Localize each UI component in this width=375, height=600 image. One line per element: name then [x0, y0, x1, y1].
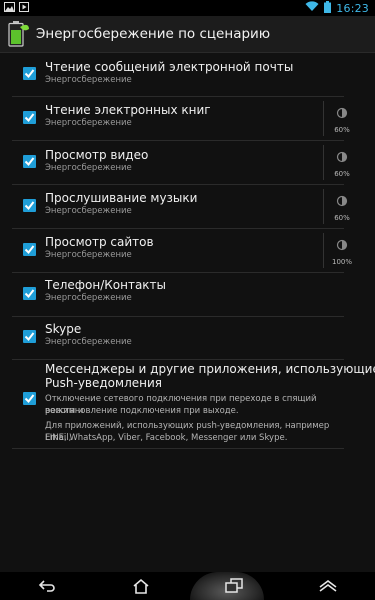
list-item-title: Телефон/Контакты [45, 278, 167, 292]
battery-leaf-icon[interactable] [8, 21, 30, 47]
home-button[interactable] [111, 572, 171, 600]
divider [323, 189, 324, 224]
list-item-title: Просмотр видео [45, 148, 149, 162]
list-item[interactable]: Прослушивание музыки Энергосбережение 60… [12, 185, 350, 229]
brightness-value: 100% [331, 258, 352, 266]
checkbox[interactable] [23, 287, 36, 300]
brightness-button[interactable]: 60% [329, 104, 355, 134]
brightness-value: 60% [334, 126, 350, 134]
description-line: восстановление подключения при выходе. [45, 406, 239, 416]
checkbox[interactable] [23, 330, 36, 343]
recent-apps-icon [225, 578, 244, 593]
list-item-subtitle: Энергосбережение [45, 250, 132, 260]
checkbox[interactable] [23, 392, 36, 405]
back-icon [38, 580, 55, 592]
note-line: LINE, WhatsApp, Viber, Facebook, Messeng… [45, 433, 288, 443]
list-item-title: Прослушивание музыки [45, 191, 198, 205]
brightness-value: 60% [334, 214, 350, 222]
list-item-subtitle: Энергосбережение [45, 293, 132, 303]
list-item-subtitle: Энергосбережение [45, 206, 132, 216]
page-title: Энергосбережение по сценарию [36, 26, 271, 42]
scenario-list: Чтение сообщений электронной почты Энерг… [0, 53, 375, 572]
list-item-messengers[interactable]: Мессенджеры и другие приложения, использ… [12, 360, 375, 449]
clock: 16:23 [336, 1, 369, 15]
divider [323, 101, 324, 136]
image-icon [4, 1, 15, 15]
recent-apps-button[interactable] [204, 572, 264, 600]
checkbox[interactable] [23, 199, 36, 212]
back-button[interactable] [17, 572, 77, 600]
brightness-icon [336, 195, 348, 207]
action-bar: Энергосбережение по сценарию [0, 16, 375, 54]
brightness-icon [336, 107, 348, 119]
list-item-title: Просмотр сайтов [45, 235, 154, 249]
list-item[interactable]: Чтение электронных книг Энергосбережение… [12, 97, 350, 141]
brightness-value: 60% [334, 170, 350, 178]
list-item-subtitle: Энергосбережение [45, 337, 132, 347]
brightness-button[interactable]: 100% [329, 236, 355, 266]
checkbox[interactable] [23, 243, 36, 256]
wifi-icon [305, 1, 319, 15]
checkbox[interactable] [23, 67, 36, 80]
list-item[interactable]: Просмотр видео Энергосбережение 60% [12, 141, 350, 185]
home-icon [133, 578, 149, 594]
status-bar: 16:23 [0, 0, 375, 16]
menu-up-icon [319, 580, 337, 592]
menu-up-button[interactable] [298, 572, 358, 600]
list-item-title: Чтение электронных книг [45, 103, 211, 117]
battery-icon [324, 0, 332, 16]
list-item-subtitle: Энергосбережение [45, 75, 132, 85]
list-item-title: Мессенджеры и другие приложения, использ… [45, 362, 375, 376]
list-item-title: Push-уведомления [45, 376, 162, 390]
list-item[interactable]: Телефон/Контакты Энергосбережение [12, 273, 344, 317]
list-item-subtitle: Энергосбережение [45, 118, 132, 128]
brightness-icon [336, 151, 348, 163]
list-item-title: Чтение сообщений электронной почты [45, 60, 294, 74]
play-icon [19, 1, 29, 15]
checkbox[interactable] [23, 111, 36, 124]
divider [323, 145, 324, 180]
divider [323, 233, 324, 268]
list-item[interactable]: Просмотр сайтов Энергосбережение 100% [12, 229, 352, 273]
list-item-subtitle: Энергосбережение [45, 163, 132, 173]
brightness-icon [336, 239, 348, 251]
checkbox[interactable] [23, 155, 36, 168]
list-item-title: Skype [45, 322, 82, 336]
brightness-button[interactable]: 60% [329, 192, 355, 222]
list-item[interactable]: Чтение сообщений электронной почты Энерг… [12, 53, 344, 97]
navigation-bar [0, 572, 375, 600]
brightness-button[interactable]: 60% [329, 148, 355, 178]
list-item[interactable]: Skype Энергосбережение [12, 317, 344, 360]
